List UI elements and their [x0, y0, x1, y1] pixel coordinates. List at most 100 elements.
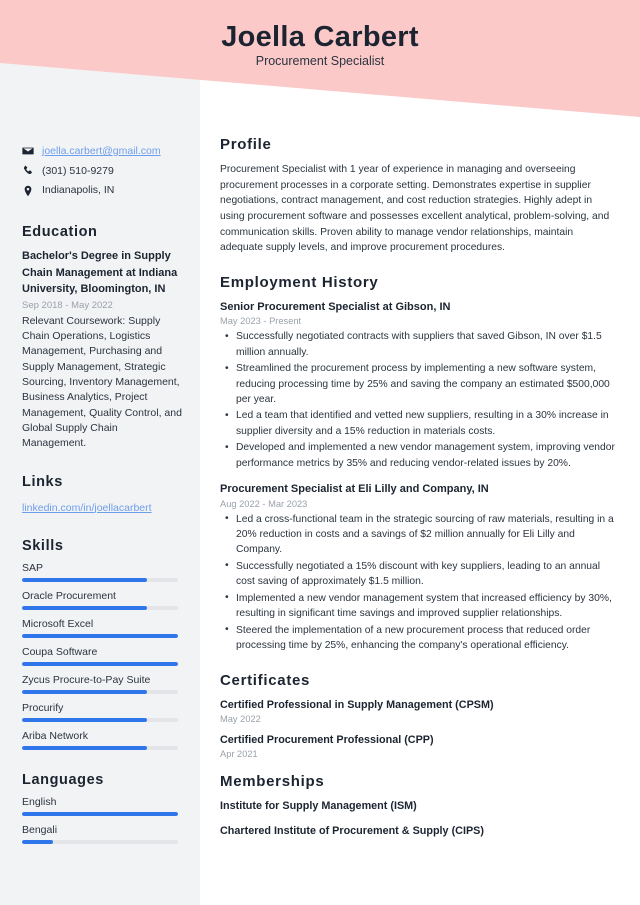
skill-item: Ariba Network	[22, 730, 182, 750]
memberships-heading: Memberships	[220, 772, 325, 790]
phone-icon	[22, 165, 34, 177]
resume-page: Joella Carbert Procurement Specialist jo…	[0, 0, 640, 905]
skill-meter-track	[22, 605, 178, 610]
certificate-entry: Certified Procurement Professional (CPP)…	[220, 733, 616, 759]
skill-meter-fill	[22, 605, 147, 610]
job-bullet: Led a team that identified and vetted ne…	[220, 408, 616, 439]
skill-item: Procurify	[22, 702, 182, 722]
candidate-name: Joella Carbert	[221, 21, 419, 53]
skill-meter-track	[22, 577, 178, 582]
job-entry: Senior Procurement Specialist at Gibson,…	[220, 300, 616, 471]
job-date: Aug 2022 - Mar 2023	[220, 498, 308, 509]
membership-item: Institute for Supply Management (ISM)	[220, 799, 417, 812]
skill-label: Ariba Network	[22, 729, 88, 742]
job-title: Senior Procurement Specialist at Gibson,…	[220, 300, 451, 313]
profile-text: Procurement Specialist with 1 year of ex…	[220, 164, 610, 254]
education-description: Relevant Coursework: Supply Chain Operat…	[22, 314, 182, 450]
profile-section: Profile Procurement Specialist with 1 ye…	[220, 136, 616, 256]
languages-heading: Languages	[22, 771, 104, 788]
skill-meter-fill	[22, 689, 147, 694]
main-column: Profile Procurement Specialist with 1 ye…	[200, 125, 640, 857]
certificates-heading: Certificates	[220, 671, 311, 689]
certificate-name: Certified Procurement Professional (CPP)	[220, 733, 434, 746]
skill-item: Zycus Procure-to-Pay Suite	[22, 674, 182, 694]
job-bullet: Successfully negotiated contracts with s…	[220, 329, 616, 360]
contact-list: joella.carbert@gmail.com (301) 510-9279 …	[22, 144, 182, 198]
map-pin-icon	[22, 185, 34, 197]
sidebar: joella.carbert@gmail.com (301) 510-9279 …	[0, 125, 200, 852]
links-heading: Links	[22, 473, 63, 490]
link-item-linkedin[interactable]: linkedin.com/in/joellacarbert	[22, 502, 152, 514]
certificate-date: Apr 2021	[220, 748, 258, 759]
job-entry: Procurement Specialist at Eli Lilly and …	[220, 482, 616, 653]
skill-meter-track	[22, 633, 178, 638]
education-degree: Bachelor's Degree in Supply Chain Manage…	[22, 250, 178, 296]
profile-heading: Profile	[220, 136, 272, 153]
contact-location-row: Indianapolis, IN	[22, 183, 182, 198]
certificate-date: May 2022	[220, 713, 261, 724]
education-heading: Education	[22, 224, 98, 241]
skill-label: Zycus Procure-to-Pay Suite	[22, 673, 151, 686]
language-label: English	[22, 795, 57, 808]
memberships-list: Institute for Supply Management (ISM) Cha…	[220, 799, 616, 839]
skill-label: Coupa Software	[22, 645, 98, 658]
contact-phone-row: (301) 510-9279	[22, 164, 182, 179]
contact-location-value: Indianapolis, IN	[42, 184, 115, 197]
employment-heading: Employment History	[220, 273, 379, 291]
skill-label: SAP	[22, 561, 44, 574]
job-bullet-list: Successfully negotiated contracts with s…	[220, 329, 616, 471]
candidate-job-title: Procurement Specialist	[255, 54, 385, 68]
skill-meter-track	[22, 717, 178, 722]
contact-phone-value: (301) 510-9279	[42, 164, 114, 177]
skill-item: SAP	[22, 562, 182, 582]
job-bullet-list: Led a cross-functional team in the strat…	[220, 511, 616, 654]
certificate-name: Certified Professional in Supply Managem…	[220, 698, 494, 711]
employment-section: Employment History Senior Procurement Sp…	[220, 274, 616, 654]
skill-item: Coupa Software	[22, 646, 182, 666]
language-meter-track	[22, 811, 178, 816]
membership-item: Chartered Institute of Procurement & Sup…	[220, 824, 484, 837]
certificates-section: Certificates Certified Professional in S…	[220, 672, 616, 759]
language-meter-track	[22, 839, 178, 844]
job-bullet: Developed and implemented a new vendor m…	[220, 440, 616, 471]
skill-meter-fill	[22, 577, 147, 582]
memberships-section: Memberships Institute for Supply Managem…	[220, 773, 616, 839]
jobs-list: Senior Procurement Specialist at Gibson,…	[220, 300, 616, 654]
skills-list: SAP Oracle Procurement Microsoft Excel Coup…	[22, 562, 182, 750]
skill-meter-track	[22, 745, 178, 750]
language-meter-fill	[22, 811, 178, 816]
skills-heading: Skills	[22, 537, 64, 554]
education-date: Sep 2018 - May 2022	[22, 299, 113, 311]
language-item: English	[22, 796, 182, 816]
job-date: May 2023 - Present	[220, 316, 302, 327]
contact-email-value[interactable]: joella.carbert@gmail.com	[42, 144, 161, 159]
skill-label: Procurify	[22, 701, 64, 714]
job-bullet: Led a cross-functional team in the strat…	[220, 511, 616, 558]
languages-list: English Bengali	[22, 796, 182, 844]
job-bullet: Steered the implementation of a new proc…	[220, 622, 616, 654]
language-label: Bengali	[22, 823, 58, 836]
skill-label: Oracle Procurement	[22, 589, 116, 602]
language-item: Bengali	[22, 824, 182, 844]
contact-email-row[interactable]: joella.carbert@gmail.com	[22, 144, 182, 159]
certificate-entry: Certified Professional in Supply Managem…	[220, 698, 616, 724]
skill-meter-fill	[22, 661, 178, 666]
skill-meter-fill	[22, 745, 147, 750]
job-bullet: Implemented a new vendor management syst…	[220, 590, 616, 622]
skill-meter-fill	[22, 717, 147, 722]
skill-meter-track	[22, 689, 178, 694]
skill-meter-fill	[22, 633, 178, 638]
job-bullet: Streamlined the procurement process by i…	[220, 361, 616, 407]
job-bullet: Successfully negotiated a 15% discount w…	[220, 558, 616, 590]
skill-item: Oracle Procurement	[22, 590, 182, 610]
language-meter-fill	[22, 839, 54, 844]
skill-meter-track	[22, 661, 178, 666]
job-title: Procurement Specialist at Eli Lilly and …	[220, 483, 489, 496]
certificates-list: Certified Professional in Supply Managem…	[220, 698, 616, 759]
envelope-icon	[22, 145, 34, 157]
skill-label: Microsoft Excel	[22, 617, 94, 630]
header-content: Joella Carbert Procurement Specialist	[0, 0, 640, 125]
education-entry: Bachelor's Degree in Supply Chain Manage…	[22, 248, 182, 451]
skill-item: Microsoft Excel	[22, 618, 182, 638]
links-list: linkedin.com/in/joellacarbert	[22, 498, 182, 516]
